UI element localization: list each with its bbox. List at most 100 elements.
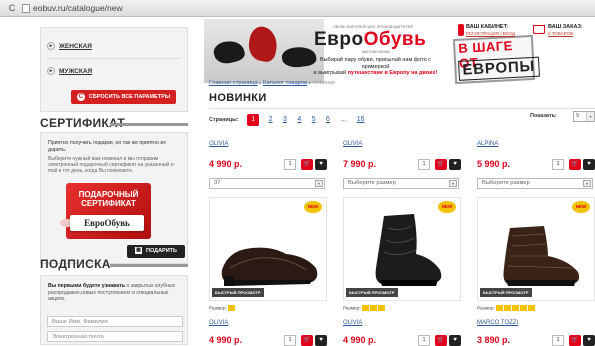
add-to-cart-button[interactable]: 🛒 (301, 159, 313, 170)
quantity-input[interactable]: 1 (552, 335, 564, 346)
product-price: 3 890 р. (477, 335, 511, 345)
page-title: НОВИНКИ (209, 92, 267, 104)
certificate-title: СЕРТИФИКАТ (40, 116, 188, 130)
add-to-cart-button[interactable]: 🛒 (569, 159, 581, 170)
shoe-image (221, 247, 318, 286)
page-link-1[interactable]: 1 (247, 113, 260, 126)
quantity-input[interactable]: 1 (418, 159, 430, 170)
favorite-button[interactable]: ♥ (449, 159, 461, 170)
per-page-select[interactable]: 9 ▾ (573, 111, 595, 122)
cart-link[interactable]: 0 ТОВАРОВ (548, 31, 573, 36)
quick-view-button[interactable]: БЫСТРЫЙ ПРОСМОТР (212, 288, 264, 297)
certificate-card-title: ПОДАРОЧНЫЙ СЕРТИФИКАТ (78, 190, 139, 208)
key-icon (458, 24, 464, 36)
product-card: OLIVIA 4 990 р. 1 🛒 ♥ 37 ▾ NEW БЫСТРЫЙ ПР… (209, 141, 335, 311)
size-chip[interactable] (527, 305, 535, 311)
account-block[interactable]: ВАШ КАБИНЕТ: РЕГИСТРАЦИЯ / ВХОД (458, 24, 538, 38)
product-image[interactable]: NEW БЫСТРЫЙ ПРОСМОТР (477, 197, 595, 301)
pagination: Страницы: 1 2 3 4 5 6 ... 16 (209, 111, 368, 126)
add-to-cart-button[interactable]: 🛒 (435, 335, 447, 346)
page-link-4[interactable]: 4 (297, 116, 301, 123)
sidebar: ▸ ЖЕНСКАЯ ▸ МУЖСКАЯ С СБРОСИТЬ ВСЕ ПАРАМЕТР… (40, 17, 190, 345)
cart-title: ВАШ ЗАКАЗ: (548, 24, 583, 30)
gift-icon: ▦ (135, 247, 142, 255)
breadcrumb-current: Новинки (312, 80, 336, 86)
product-brand[interactable]: OLIVIA (343, 141, 362, 147)
header-banner[interactable]: ОБУВЬ ЕВРОПЕЙСКИХ ПРОИЗВОДИТЕЛЕЙ ЕвроОбу… (196, 17, 595, 85)
add-to-cart-button[interactable]: 🛒 (435, 159, 447, 170)
product-price: 7 990 р. (343, 159, 377, 169)
promo-text: Выбирай пару обуви, присылай нам фото с … (313, 57, 438, 77)
size-chip[interactable] (361, 305, 369, 311)
size-select[interactable]: Выберите размер ▾ (343, 178, 459, 189)
product-price: 4 990 р. (209, 159, 243, 169)
breadcrumb-home[interactable]: Главная страница (209, 80, 258, 86)
page-link-16[interactable]: 16 (357, 116, 365, 123)
product-brand[interactable]: OLIVIA (209, 141, 228, 147)
email-input[interactable]: Электронная почта (47, 331, 183, 342)
page-link-2[interactable]: 2 (269, 116, 273, 123)
favorite-button[interactable]: ♥ (583, 159, 595, 170)
favorite-button[interactable]: ♥ (583, 335, 595, 346)
size-chip[interactable] (377, 305, 385, 311)
product-image[interactable]: NEW БЫСТРЫЙ ПРОСМОТР (343, 197, 461, 301)
gift-button-label: ПОДАРИТЬ (146, 248, 177, 254)
add-to-cart-button[interactable]: 🛒 (569, 335, 581, 346)
chevron-down-icon: ▾ (449, 180, 457, 187)
size-select[interactable]: Выберите размер ▾ (477, 178, 593, 189)
product-brand[interactable]: OLIVIA (343, 320, 362, 326)
category-men[interactable]: ▸ МУЖСКАЯ (47, 65, 181, 79)
size-chip[interactable] (503, 305, 511, 311)
size-select[interactable]: 37 ▾ (209, 178, 325, 189)
reset-icon: С (76, 92, 85, 101)
certificate-text: Выберите нужный вам номинал и мы отправи… (48, 156, 176, 175)
left-gutter (0, 17, 36, 345)
product-price: 5 990 р. (477, 159, 511, 169)
name-input[interactable]: Ваше Имя, Фамилия (47, 316, 183, 327)
category-women[interactable]: ▸ ЖЕНСКАЯ (47, 40, 181, 54)
chevron-down-icon: ▾ (315, 180, 323, 187)
chevron-right-icon: ▸ (47, 67, 55, 76)
size-chip[interactable] (495, 305, 503, 311)
size-chip[interactable] (369, 305, 377, 311)
account-title: ВАШ КАБИНЕТ: (466, 24, 509, 30)
size-chip[interactable] (519, 305, 527, 311)
cart-block[interactable]: ВАШ ЗАКАЗ: 0 ТОВАРОВ (533, 24, 595, 38)
product-brand[interactable]: OLIVIA (209, 320, 228, 326)
quick-view-button[interactable]: БЫСТРЫЙ ПРОСМОТР (346, 288, 398, 297)
reset-filters-button[interactable]: С СБРОСИТЬ ВСЕ ПАРАМЕТРЫ (71, 90, 176, 104)
page-link-6[interactable]: 6 (326, 116, 330, 123)
category-label: ЖЕНСКАЯ (59, 43, 92, 50)
favorite-button[interactable]: ♥ (315, 335, 327, 346)
quantity-input[interactable]: 1 (284, 159, 296, 170)
favorite-button[interactable]: ♥ (449, 335, 461, 346)
product-brand[interactable]: ALPINA (477, 141, 498, 147)
size-chip[interactable] (511, 305, 519, 311)
quantity-input[interactable]: 1 (418, 335, 430, 346)
login-link[interactable]: РЕГИСТРАЦИЯ / ВХОД (466, 31, 515, 36)
add-to-cart-button[interactable]: 🛒 (301, 335, 313, 346)
product-brand[interactable]: MARCO TOZZI (477, 320, 518, 326)
product-card: MARCO TOZZI 3 890 р. 1 🛒 ♥ (477, 320, 595, 346)
page-link-5[interactable]: 5 (312, 116, 316, 123)
divider (209, 108, 595, 109)
quantity-input[interactable]: 1 (284, 335, 296, 346)
quantity-input[interactable]: 1 (552, 159, 564, 170)
available-sizes: Размер: (343, 305, 385, 311)
breadcrumb: Главная страница ▸ Каталог товаров ▸ Нов… (209, 80, 336, 86)
page-link-3[interactable]: 3 (283, 116, 287, 123)
favorite-button[interactable]: ♥ (315, 159, 327, 170)
product-image[interactable]: NEW БЫСТРЫЙ ПРОСМОТР (209, 197, 327, 301)
certificate-lead: Приятно получать подарки, но так же прия… (48, 140, 166, 153)
reload-icon[interactable]: C (6, 3, 18, 14)
brand-logo[interactable]: ЕвроОбувь (314, 29, 426, 51)
product-card: OLIVIA 4 990 р. 1 🛒 ♥ (343, 320, 469, 346)
page-ellipsis: ... (340, 116, 347, 124)
gift-certificate-image[interactable]: ПОДАРОЧНЫЙ СЕРТИФИКАТ ЕвроОбувь (60, 183, 151, 239)
product-card: ALPINA 5 990 р. 1 🛒 ♥ Выберите размер ▾ N… (477, 141, 595, 311)
reset-label: СБРОСИТЬ ВСЕ ПАРАМЕТРЫ (88, 94, 171, 100)
address-bar[interactable]: eobuv.ru/catalogue/new (33, 2, 123, 15)
breadcrumb-catalog[interactable]: Каталог товаров (263, 80, 307, 86)
quick-view-button[interactable]: БЫСТРЫЙ ПРОСМОТР (480, 288, 532, 297)
size-chip[interactable] (227, 305, 235, 311)
